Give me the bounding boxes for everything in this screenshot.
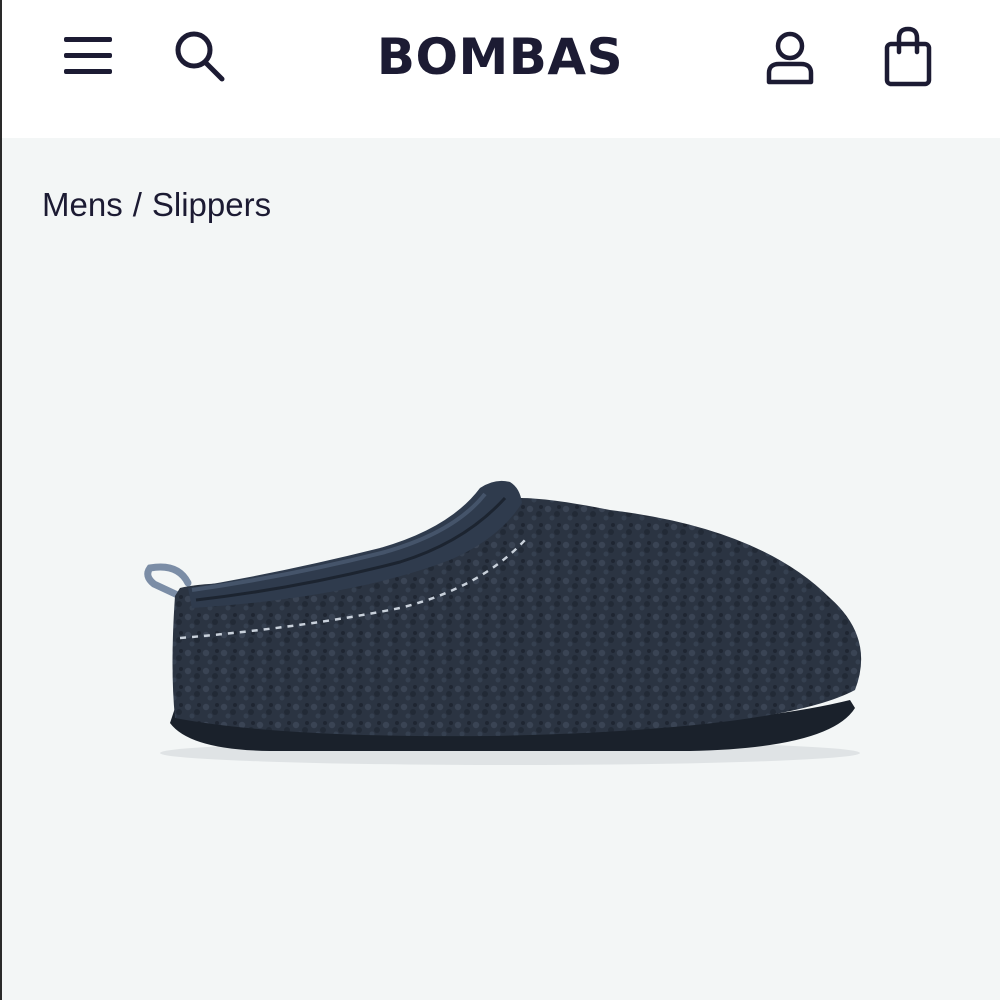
- shopping-bag-icon: [884, 26, 932, 87]
- breadcrumb-separator: /: [132, 186, 142, 223]
- breadcrumb: Mens / Slippers: [42, 186, 271, 224]
- breadcrumb-slippers[interactable]: Slippers: [152, 186, 271, 224]
- account-icon: [766, 31, 814, 85]
- search-button[interactable]: [168, 24, 232, 88]
- window-edge: [0, 0, 2, 1000]
- product-area: Mens / Slippers: [0, 138, 1000, 1000]
- site-header: BOMBAS: [0, 0, 1000, 138]
- menu-icon: [64, 37, 112, 74]
- product-image-slipper[interactable]: [130, 468, 870, 768]
- account-button[interactable]: [758, 26, 822, 90]
- brand-logo[interactable]: BOMBAS: [350, 28, 650, 86]
- menu-button[interactable]: [58, 28, 118, 84]
- cart-button[interactable]: [878, 24, 938, 90]
- search-icon: [175, 31, 225, 82]
- breadcrumb-mens[interactable]: Mens: [42, 186, 123, 224]
